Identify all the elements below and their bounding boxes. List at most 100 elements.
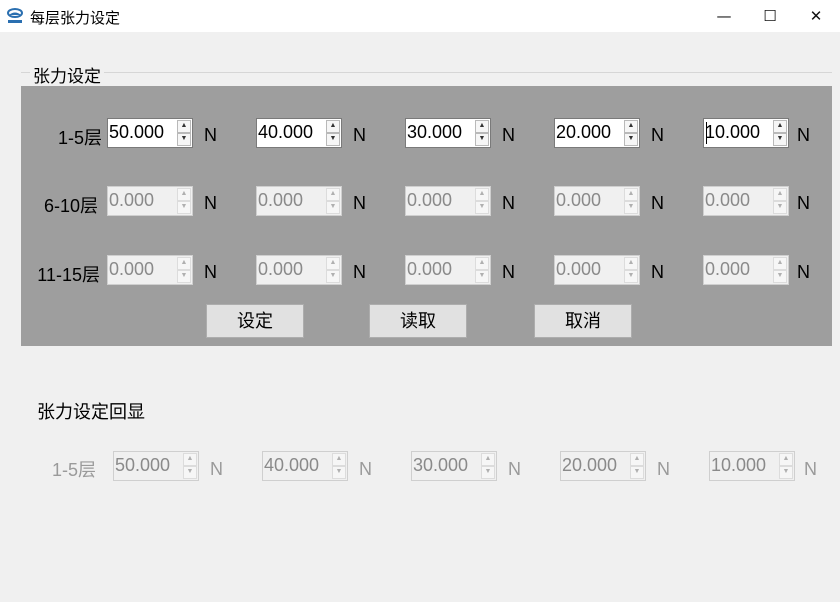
spin-arrows: ▲ ▼ (624, 257, 638, 283)
spin-down-icon: ▼ (773, 270, 787, 283)
spin-arrows: ▲ ▼ (475, 188, 489, 214)
unit-label: N (353, 193, 366, 213)
app-logo-icon (7, 8, 23, 23)
set-button[interactable]: 设定 (206, 304, 304, 338)
spin-arrows: ▲ ▼ (481, 453, 495, 479)
cancel-button[interactable]: 取消 (534, 304, 632, 338)
spin-value: 0.000 (705, 190, 751, 210)
echo-section-title: 张力设定回显 (37, 402, 145, 422)
spin-arrows: ▲ ▼ (177, 188, 191, 214)
spin-down-icon: ▼ (630, 466, 644, 479)
spin-arrows: ▲ ▼ (177, 257, 191, 283)
spin-down-icon[interactable]: ▼ (326, 133, 340, 146)
maximize-icon: ☐ (763, 7, 777, 25)
row-label-1-5: 1-5层 (57, 128, 102, 148)
spin-down-icon: ▼ (481, 466, 495, 479)
spin-up-icon[interactable]: ▲ (177, 120, 191, 133)
spin-up-icon[interactable]: ▲ (475, 120, 489, 133)
tension-input-6-10-e: 0.000 ▲ ▼ (703, 186, 789, 216)
title-bar: 每层张力设定 — ☐ ✕ (0, 0, 840, 32)
spin-up-icon: ▲ (326, 188, 340, 201)
close-button[interactable]: ✕ (793, 0, 839, 32)
tension-input-6-10-d: 0.000 ▲ ▼ (554, 186, 640, 216)
tension-groupbox-border (21, 72, 832, 73)
tension-input-11-15-e: 0.000 ▲ ▼ (703, 255, 789, 285)
unit-label: N (651, 125, 664, 145)
spin-value: 50.000 (115, 455, 171, 475)
spin-up-icon: ▲ (773, 188, 787, 201)
tension-input-1-5-e[interactable]: 10.000 ▲ ▼ (703, 118, 789, 148)
spin-down-icon: ▼ (475, 201, 489, 214)
maximize-button[interactable]: ☐ (747, 0, 793, 32)
unit-label: N (502, 125, 515, 145)
spin-arrows[interactable]: ▲ ▼ (177, 120, 191, 146)
unit-label: N (797, 125, 810, 145)
spin-up-icon: ▲ (183, 453, 197, 466)
spin-down-icon: ▼ (773, 201, 787, 214)
tension-input-11-15-b: 0.000 ▲ ▼ (256, 255, 342, 285)
tension-input-1-5-d[interactable]: 20.000 ▲ ▼ (554, 118, 640, 148)
read-button[interactable]: 读取 (369, 304, 467, 338)
spin-up-icon: ▲ (475, 188, 489, 201)
spin-arrows: ▲ ▼ (326, 257, 340, 283)
spin-down-icon[interactable]: ▼ (177, 133, 191, 146)
spin-down-icon: ▼ (177, 270, 191, 283)
echo-display-c: 30.000 ▲ ▼ (411, 451, 497, 481)
spin-up-icon: ▲ (630, 453, 644, 466)
minimize-icon: — (716, 7, 732, 25)
spin-value: 30.000 (407, 122, 463, 142)
spin-up-icon[interactable]: ▲ (624, 120, 638, 133)
echo-display-b: 40.000 ▲ ▼ (262, 451, 348, 481)
spin-up-icon[interactable]: ▲ (773, 120, 787, 133)
spin-down-icon[interactable]: ▼ (475, 133, 489, 146)
tension-group-title: 张力设定 (30, 62, 104, 87)
tension-input-6-10-c: 0.000 ▲ ▼ (405, 186, 491, 216)
spin-value: 20.000 (556, 122, 612, 142)
row-label-11-15: 11-15层 (37, 265, 100, 285)
tension-input-1-5-b[interactable]: 40.000 ▲ ▼ (256, 118, 342, 148)
spin-arrows[interactable]: ▲ ▼ (624, 120, 638, 146)
spin-arrows: ▲ ▼ (773, 188, 787, 214)
spin-up-icon: ▲ (773, 257, 787, 270)
spin-arrows: ▲ ▼ (326, 188, 340, 214)
spin-arrows[interactable]: ▲ ▼ (326, 120, 340, 146)
tension-input-1-5-c[interactable]: 30.000 ▲ ▼ (405, 118, 491, 148)
spin-value: 0.000 (556, 259, 602, 279)
spin-value: 0.000 (705, 259, 751, 279)
spin-value: 0.000 (258, 259, 304, 279)
spin-value: 0.000 (109, 190, 155, 210)
echo-display-d: 20.000 ▲ ▼ (560, 451, 646, 481)
echo-display-e: 10.000 ▲ ▼ (709, 451, 795, 481)
spin-arrows[interactable]: ▲ ▼ (475, 120, 489, 146)
spin-value: 0.000 (258, 190, 304, 210)
spin-down-icon: ▼ (326, 270, 340, 283)
spin-arrows: ▲ ▼ (779, 453, 793, 479)
spin-up-icon: ▲ (624, 188, 638, 201)
spin-value: 50.000 (109, 122, 165, 142)
spin-down-icon[interactable]: ▼ (773, 133, 787, 146)
spin-up-icon: ▲ (326, 257, 340, 270)
spin-down-icon: ▼ (779, 466, 793, 479)
row-label-6-10: 6-10层 (43, 196, 98, 216)
spin-value: 0.000 (407, 190, 453, 210)
spin-down-icon[interactable]: ▼ (624, 133, 638, 146)
echo-row-label-1-5: 1-5层 (52, 460, 97, 480)
spin-value: 0.000 (407, 259, 453, 279)
spin-value: 40.000 (258, 122, 314, 142)
spin-value: 10.000 (711, 455, 767, 475)
tension-input-1-5-a[interactable]: 50.000 ▲ ▼ (107, 118, 193, 148)
unit-label: N (797, 193, 810, 213)
spin-arrows: ▲ ▼ (773, 257, 787, 283)
unit-label: N (657, 459, 670, 479)
spin-arrows[interactable]: ▲ ▼ (773, 120, 787, 146)
spin-up-icon: ▲ (475, 257, 489, 270)
spin-arrows: ▲ ▼ (630, 453, 644, 479)
tension-input-6-10-a: 0.000 ▲ ▼ (107, 186, 193, 216)
unit-label: N (797, 262, 810, 282)
minimize-button[interactable]: — (701, 0, 747, 32)
tension-input-11-15-a: 0.000 ▲ ▼ (107, 255, 193, 285)
spin-arrows: ▲ ▼ (624, 188, 638, 214)
spin-up-icon[interactable]: ▲ (326, 120, 340, 133)
tension-input-6-10-b: 0.000 ▲ ▼ (256, 186, 342, 216)
spin-value: 20.000 (562, 455, 618, 475)
